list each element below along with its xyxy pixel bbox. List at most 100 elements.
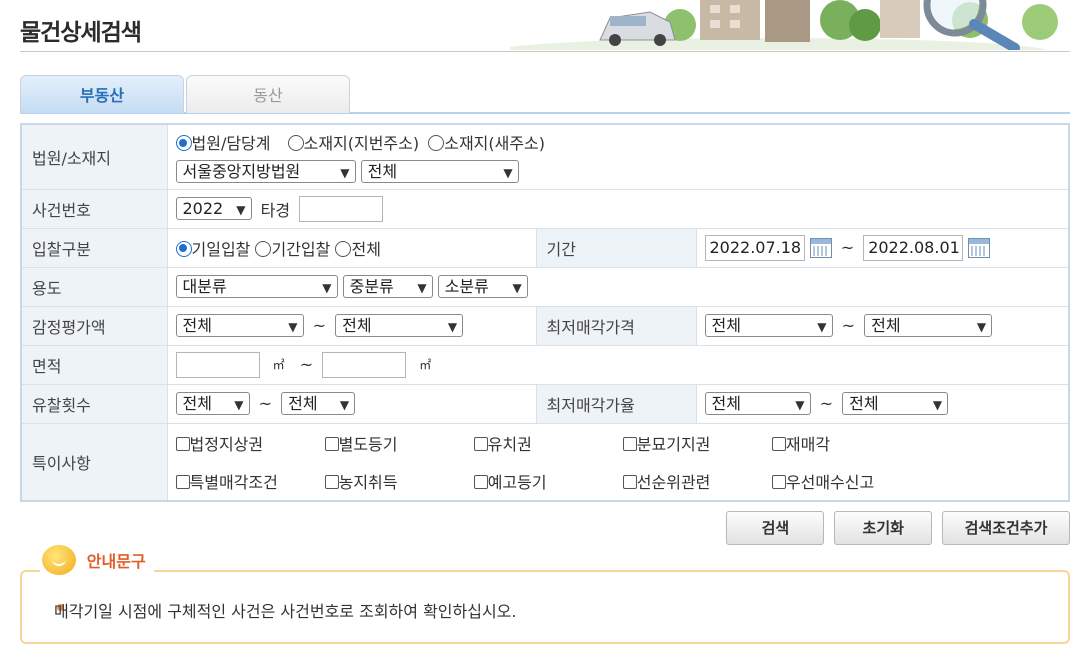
chevron-down-icon: ▼ [976, 320, 987, 334]
usage-minor-select[interactable]: 소분류 ▼ [437, 275, 528, 298]
special-option-label: 특별매각조건 [189, 472, 278, 492]
chevron-down-icon: ▼ [236, 203, 246, 217]
range-separator: ~ [819, 394, 833, 413]
usage-middle-value: 중분류 [349, 277, 394, 296]
area-label: 면적 [20, 344, 168, 385]
add-condition-button[interactable]: 검색조건추가 [942, 511, 1070, 545]
smile-icon [42, 545, 76, 575]
chevron-down-icon: ▼ [340, 166, 350, 181]
date-bid-radio[interactable] [175, 240, 192, 257]
all-bid-radio-label: 전체 [351, 239, 381, 259]
chevron-down-icon: ▼ [795, 398, 805, 412]
min-rate-label: 최저매각가율 [535, 383, 697, 424]
all-bid-radio[interactable] [335, 240, 352, 257]
case-year-value: 2022 [182, 199, 224, 218]
calendar-icon[interactable] [809, 237, 832, 258]
case-number-label: 사건번호 [20, 188, 168, 229]
tab-movable-property[interactable]: 동산 [186, 75, 350, 113]
usage-major-select[interactable]: 대분류 ▼ [175, 275, 338, 298]
court-radio[interactable] [175, 135, 192, 152]
special-checkbox[interactable] [473, 474, 488, 489]
notice-header: 안내문구 [40, 545, 154, 575]
period-bid-radio-label: 기간입찰 [271, 239, 331, 259]
usage-major-value: 대분류 [182, 277, 227, 296]
chevron-down-icon: ▼ [817, 320, 827, 334]
area-to-input[interactable] [322, 351, 407, 378]
min-rate-from-value: 전체 [711, 394, 741, 413]
chevron-down-icon: ▼ [503, 166, 513, 181]
fail-count-to-select[interactable]: 전체 ▼ [281, 392, 356, 415]
date-from-input[interactable]: 2022.07.18 [704, 234, 805, 261]
range-separator: ~ [840, 238, 855, 257]
appraisal-label: 감정평가액 [20, 305, 168, 346]
appraisal-to-select[interactable]: 전체 ▼ [335, 314, 464, 337]
min-price-to-value: 전체 [871, 316, 901, 335]
special-option-label: 농지취득 [338, 472, 398, 492]
range-separator: ~ [312, 316, 326, 335]
court-radio-label: 법원/담당계 [191, 134, 271, 154]
min-rate-from-select[interactable]: 전체 ▼ [704, 392, 811, 415]
case-year-select[interactable]: 2022 ▼ [175, 197, 252, 220]
reset-button[interactable]: 초기화 [834, 511, 933, 545]
chevron-down-icon: ▼ [288, 320, 298, 334]
chevron-down-icon: ▼ [339, 398, 350, 412]
special-option-label: 우선매수신고 [785, 472, 875, 492]
header-banner-illustration [510, 0, 1070, 50]
chevron-down-icon: ▼ [447, 320, 458, 334]
special-option-label: 별도등기 [338, 434, 398, 454]
bid-type-label: 입찰구분 [20, 227, 168, 268]
fail-count-from-value: 전체 [182, 394, 212, 413]
department-select[interactable]: 전체 ▼ [360, 160, 519, 184]
court-select[interactable]: 서울중앙지방법원 ▼ [175, 160, 356, 184]
area-from-input[interactable] [175, 351, 260, 378]
tab-real-estate[interactable]: 부동산 [20, 75, 184, 113]
case-number-input[interactable] [299, 195, 384, 222]
special-checkbox[interactable] [771, 474, 786, 489]
fail-count-label: 유찰횟수 [20, 383, 168, 424]
chevron-down-icon: ▼ [512, 281, 522, 295]
chevron-down-icon: ▼ [234, 398, 244, 412]
search-button[interactable]: 검색 [726, 511, 825, 545]
special-checkbox[interactable] [622, 474, 637, 489]
min-rate-to-select[interactable]: 전체 ▼ [842, 392, 949, 415]
address-road-radio-label: 소재지(새주소) [444, 134, 546, 154]
special-option-label: 법정지상권 [189, 434, 264, 454]
special-checkbox[interactable] [175, 474, 190, 489]
address-road-radio[interactable] [428, 135, 445, 152]
appraisal-from-select[interactable]: 전체 ▼ [175, 314, 304, 337]
date-bid-radio-label: 기일입찰 [191, 239, 251, 259]
special-option-label: 분묘기지권 [636, 434, 711, 454]
usage-middle-select[interactable]: 중분류 ▼ [342, 275, 433, 298]
chevron-down-icon: ▼ [322, 281, 332, 295]
special-checkbox[interactable] [771, 436, 786, 451]
chevron-down-icon: ▼ [417, 281, 427, 295]
period-bid-radio[interactable] [255, 240, 272, 257]
range-separator: ~ [299, 355, 314, 374]
action-buttons: 검색 초기화 검색조건추가 [721, 511, 1070, 545]
court-label: 법원/소재지 [20, 123, 168, 190]
calendar-icon[interactable] [968, 237, 991, 258]
fail-count-from-select[interactable]: 전체 ▼ [175, 392, 250, 415]
court-select-value: 서울중앙지방법원 [182, 162, 301, 182]
address-lot-radio-label: 소재지(지번주소) [303, 134, 420, 154]
address-lot-radio[interactable] [287, 135, 304, 152]
special-checkbox[interactable] [324, 436, 339, 451]
usage-minor-value: 소분류 [444, 277, 489, 296]
special-checkbox[interactable] [175, 436, 190, 451]
department-select-value: 전체 [367, 162, 398, 182]
special-option-label: 유치권 [487, 434, 532, 454]
min-price-label: 최저매각가격 [535, 305, 697, 346]
appraisal-to-value: 전체 [342, 316, 372, 335]
special-option-label: 선순위관련 [636, 472, 711, 492]
special-checkbox[interactable] [473, 436, 488, 451]
min-price-from-select[interactable]: 전체 ▼ [704, 314, 833, 337]
min-price-from-value: 전체 [711, 316, 741, 335]
min-price-to-select[interactable]: 전체 ▼ [864, 314, 993, 337]
usage-label: 용도 [20, 266, 168, 307]
area-unit: ㎡ [272, 358, 285, 372]
special-checkbox[interactable] [622, 436, 637, 451]
date-to-input[interactable]: 2022.08.01 [863, 234, 964, 261]
notice-text: 매각기일 시점에 구체적인 사건은 사건번호로 조회하여 확인하십시오. [54, 602, 517, 621]
special-checkbox[interactable] [324, 474, 339, 489]
chevron-down-icon: ▼ [932, 398, 943, 412]
